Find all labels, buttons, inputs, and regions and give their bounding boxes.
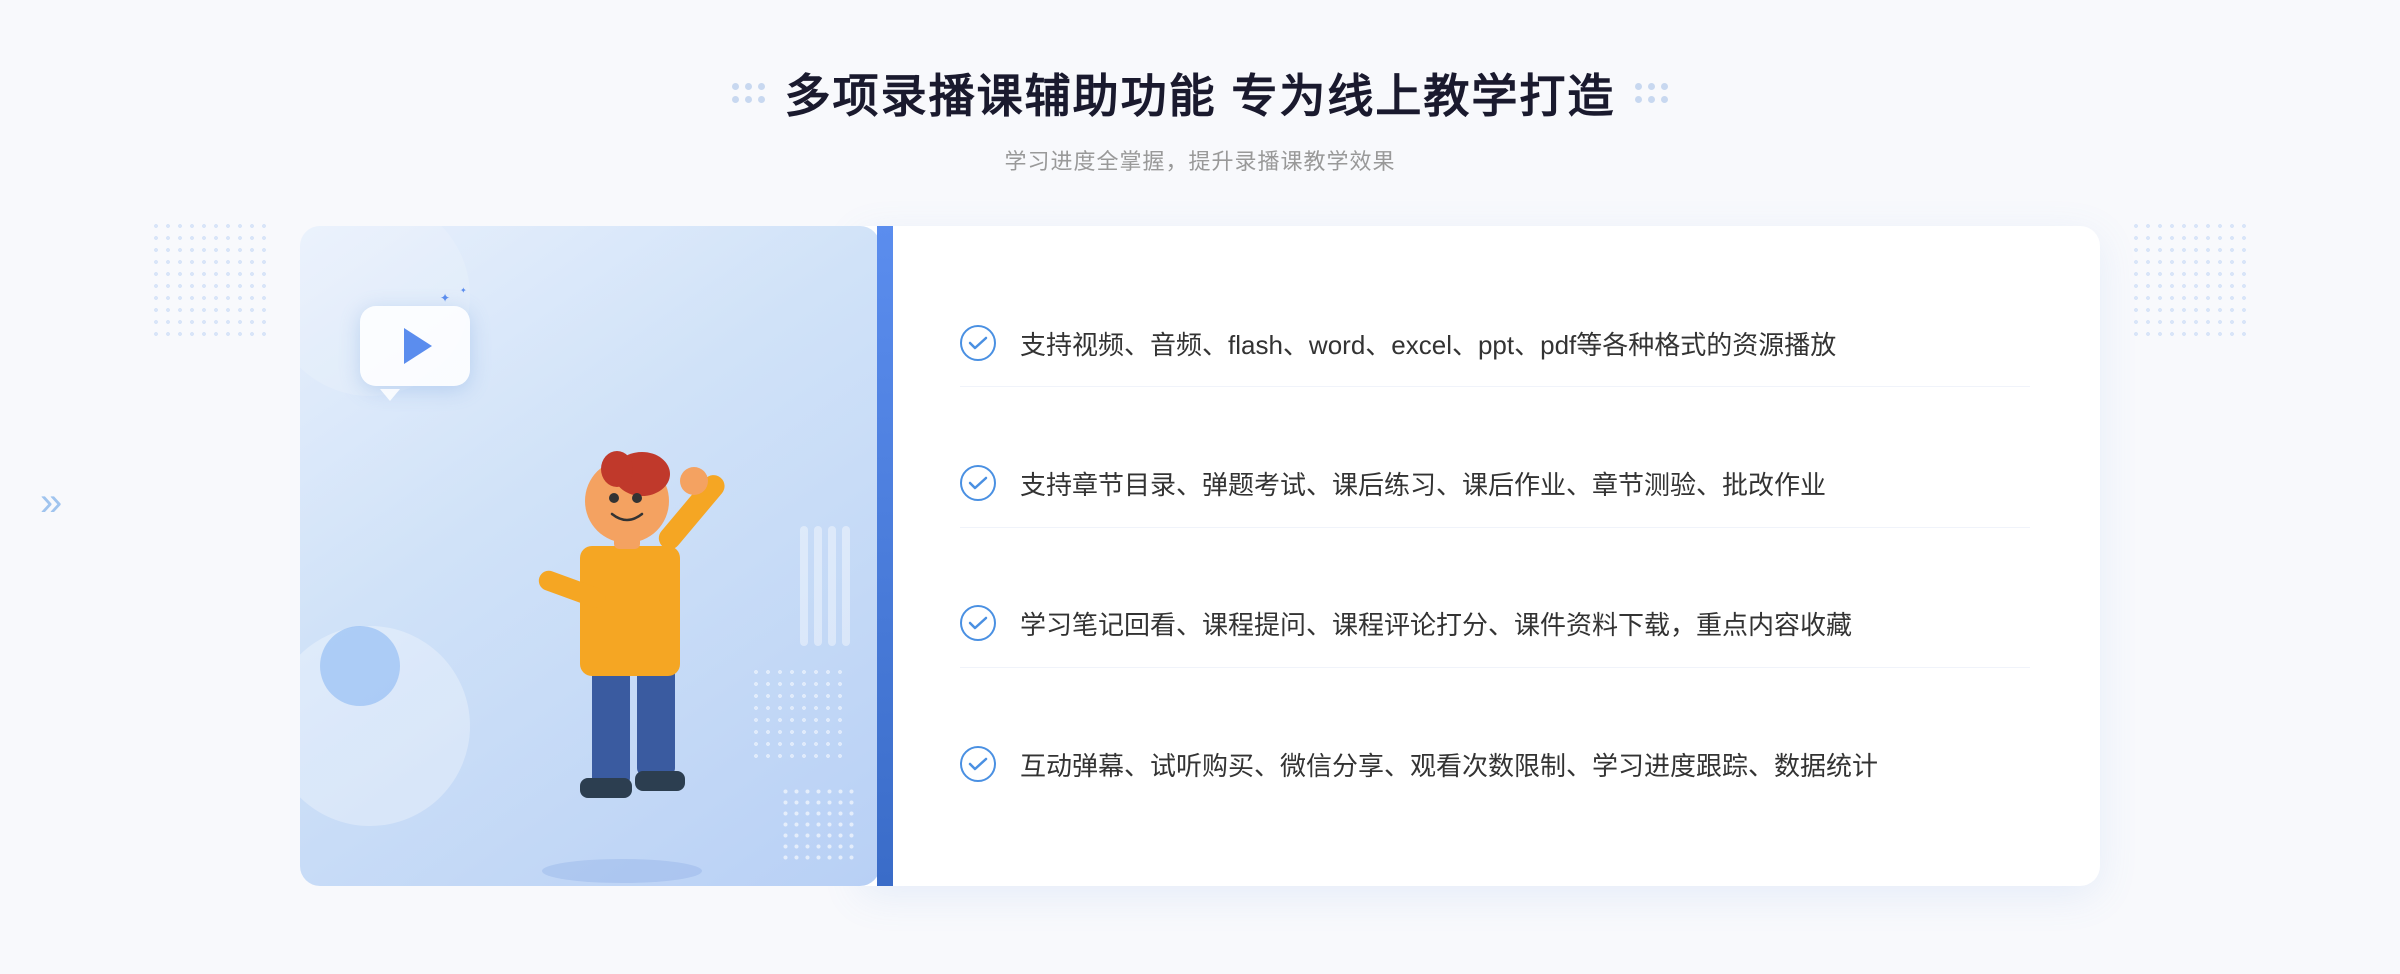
deco-stripes [800, 526, 860, 646]
check-icon-3 [968, 616, 988, 630]
star-icon-1: ✦ [440, 291, 450, 305]
star-icon-2: ✦ [460, 286, 467, 295]
main-title: 多项录播课辅助功能 专为线上教学打造 [785, 60, 1616, 126]
check-circle-2 [960, 465, 996, 501]
header-section: 多项录播课辅助功能 专为线上教学打造 学习进度全掌握，提升录播课教学效果 [732, 60, 1669, 176]
subtitle: 学习进度全掌握，提升录播课教学效果 [732, 144, 1669, 176]
feature-item-2: 支持章节目录、弹题考试、课后练习、课后作业、章节测验、批改作业 [960, 445, 2030, 528]
feature-text-2: 支持章节目录、弹题考试、课后练习、课后作业、章节测验、批改作业 [1020, 465, 1826, 507]
check-icon-1 [968, 336, 988, 350]
check-circle-4 [960, 746, 996, 782]
feature-item-3: 学习笔记回看、课程提问、课程评论打分、课件资料下载，重点内容收藏 [960, 585, 2030, 668]
page-container: » 多项录播课辅助功能 专为线上教学打造 学习进度全掌握，提升录播课教学效果 [0, 0, 2400, 974]
check-circle-3 [960, 605, 996, 641]
feature-text-1: 支持视频、音频、flash、word、excel、ppt、pdf等各种格式的资源… [1020, 325, 1836, 367]
feature-item-4: 互动弹幕、试听购买、微信分享、观看次数限制、学习进度跟踪、数据统计 [960, 726, 2030, 808]
bottom-dot-pattern [780, 786, 860, 866]
chevron-left-icon: » [40, 480, 52, 525]
check-circle-1 [960, 325, 996, 361]
title-dots-left [732, 83, 765, 103]
play-icon [404, 328, 432, 364]
check-icon-2 [968, 476, 988, 490]
left-side-decoration: » [40, 480, 52, 525]
features-panel: 支持视频、音频、flash、word、excel、ppt、pdf等各种格式的资源… [860, 226, 2100, 886]
title-dots-right [1635, 83, 1668, 103]
feature-text-4: 互动弹幕、试听购买、微信分享、观看次数限制、学习进度跟踪、数据统计 [1020, 746, 1878, 788]
feature-item-1: 支持视频、音频、flash、word、excel、ppt、pdf等各种格式的资源… [960, 305, 2030, 388]
header-title-row: 多项录播课辅助功能 专为线上教学打造 [732, 60, 1669, 126]
illustration-card: ✦ ✦ [300, 226, 880, 886]
content-area: ✦ ✦ [300, 226, 2100, 886]
blue-bar [877, 226, 893, 886]
deco-circle-small [320, 626, 400, 706]
bg-dots-right [2130, 220, 2250, 340]
feature-text-3: 学习笔记回看、课程提问、课程评论打分、课件资料下载，重点内容收藏 [1020, 605, 1852, 647]
bg-dots-left [150, 220, 270, 340]
play-bubble-box [360, 306, 470, 386]
check-icon-4 [968, 757, 988, 771]
person-figure [462, 326, 782, 886]
